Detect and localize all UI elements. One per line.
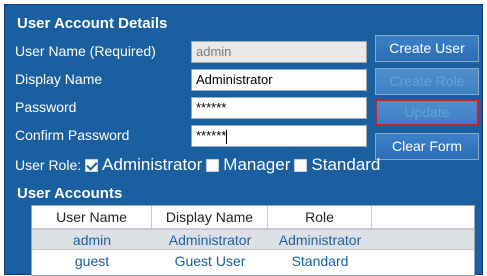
cell-role: Standard: [291, 253, 349, 269]
accounts-title: User Accounts: [17, 185, 123, 202]
details-title: User Account Details: [17, 15, 168, 32]
username-label: User Name (Required): [15, 43, 156, 59]
cell-role: Administrator: [278, 232, 362, 248]
update-button[interactable]: Update: [375, 99, 479, 126]
standard-label: Standard: [311, 155, 381, 174]
administrator-checkbox[interactable]: [85, 158, 99, 172]
create-user-button[interactable]: Create User: [375, 35, 479, 62]
user-account-panel: User Account Details User Name (Required…: [4, 4, 483, 276]
administrator-label: Administrator: [102, 155, 203, 174]
cell-display-name: Administrator: [168, 232, 252, 248]
confirm-password-label: Confirm Password: [15, 127, 130, 143]
display-name-field[interactable]: Administrator: [191, 69, 367, 91]
manager-checkbox[interactable]: [206, 158, 220, 172]
column-header-role[interactable]: Role: [268, 206, 372, 228]
password-label: Password: [15, 99, 77, 115]
display-name-label: Display Name: [15, 71, 103, 87]
column-header-user-name[interactable]: User Name: [32, 206, 152, 228]
cell-user-name: admin: [72, 232, 112, 248]
table-header: User Name Display Name Role: [32, 206, 474, 229]
table-row[interactable]: guest Guest User Standard: [32, 251, 474, 272]
cell-display-name: Guest User: [174, 253, 246, 269]
confirm-password-field[interactable]: ******: [191, 125, 367, 147]
cell-user-name: guest: [74, 253, 110, 269]
user-accounts-table: User Name Display Name Role admin Admini…: [31, 205, 475, 276]
user-role-row: User Role: Administrator Manager Standar…: [15, 155, 380, 175]
confirm-password-value: ******: [196, 128, 227, 143]
table-row[interactable]: admin Administrator Administrator: [32, 229, 474, 250]
standard-checkbox[interactable]: [294, 158, 308, 172]
clear-form-button[interactable]: Clear Form: [375, 133, 479, 160]
manager-label: Manager: [223, 155, 291, 174]
password-field[interactable]: ******: [191, 97, 367, 119]
column-header-display-name[interactable]: Display Name: [152, 206, 268, 228]
create-role-button[interactable]: Create Role: [375, 68, 479, 95]
text-cursor: [226, 129, 228, 144]
user-role-label: User Role:: [15, 157, 82, 173]
username-field[interactable]: admin: [191, 41, 367, 63]
